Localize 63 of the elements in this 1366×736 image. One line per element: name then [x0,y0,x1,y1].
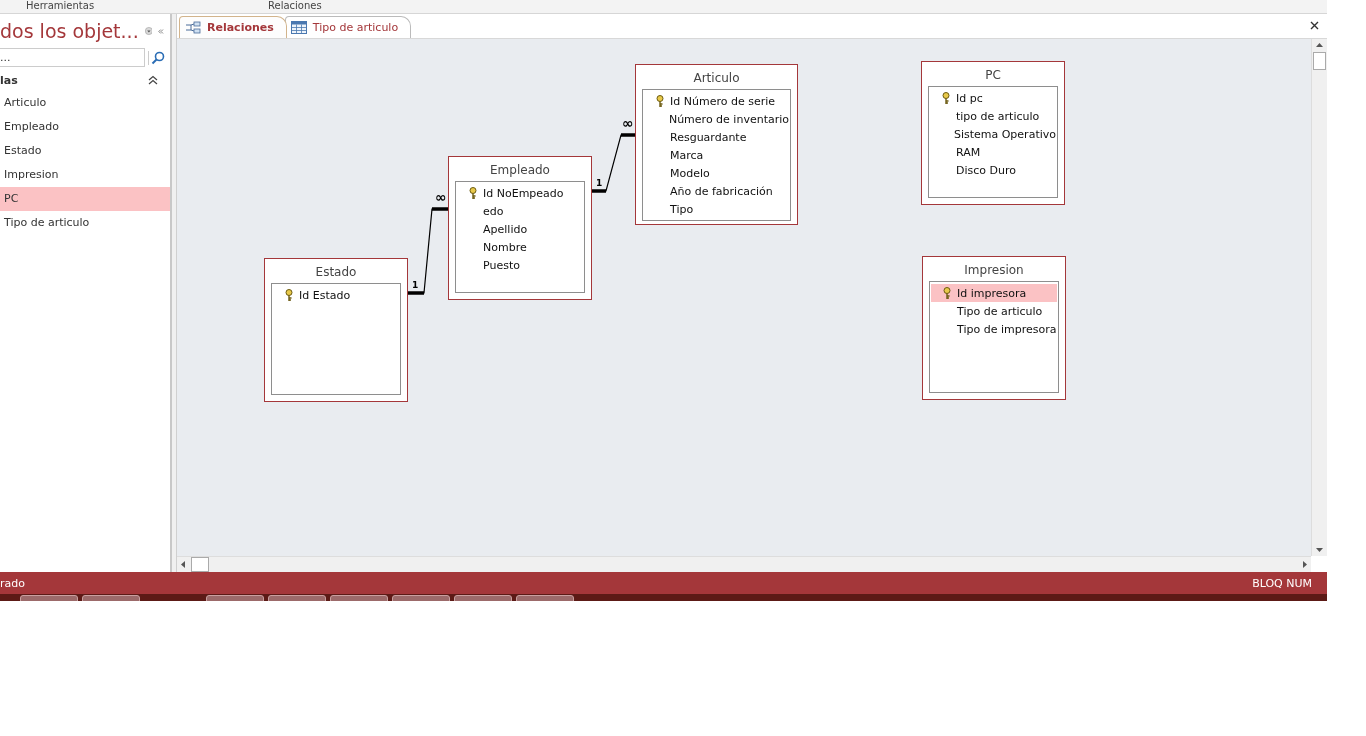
navigation-item[interactable]: Impresion [0,163,170,187]
field-row[interactable]: Puesto [457,256,583,274]
field-row[interactable]: Apellido [457,220,583,238]
field-row[interactable]: RAM [930,143,1056,161]
table-title: Impresion [963,262,1025,279]
close-icon[interactable] [1310,21,1319,30]
table-card[interactable]: Empleado Id NoEmpeado edo Apellido Nombre Puesto [448,156,592,300]
search-field[interactable]: ... [0,48,145,67]
table-title: Articulo [692,70,741,87]
table-icon [290,21,307,34]
document-tab[interactable]: Tipo de articulo [284,16,412,38]
field-row[interactable]: Año de fabricación [644,182,789,200]
field-row[interactable]: edo [457,202,583,220]
field-row[interactable]: Tipo de articulo [931,302,1057,320]
navigation-item[interactable]: Estado [0,139,170,163]
document-tab[interactable]: Relaciones [179,16,287,38]
search-icon[interactable] [148,50,165,65]
dropdown-icon[interactable] [144,24,153,38]
field-row[interactable]: Id NoEmpeado [457,184,583,202]
table-title: Empleado [489,162,551,179]
cardinality-label: 1 [412,280,419,291]
table-card[interactable]: Articulo Id Número de serie Número de inventario Resguardante Marca Modelo Año de fabricación Tipo [635,64,798,225]
field-row[interactable]: tipo de articulo [930,107,1056,125]
ribbon-tab[interactable]: Herramientas [26,0,95,12]
collapse-icon[interactable] [158,26,164,36]
navigation-pane-title[interactable]: dos los objet... [0,20,139,42]
navigation-item[interactable]: Empleado [0,115,170,139]
navigation-item[interactable]: Tipo de articulo [0,211,170,235]
field-row[interactable]: Número de inventario [644,110,789,128]
ribbon-tab[interactable]: Relaciones [268,0,322,12]
table-card[interactable]: PC Id pc tipo de articulo Sistema Operativo RAM Disco Duro [921,61,1065,205]
field-row[interactable]: Marca [644,146,789,164]
table-title: Estado [314,264,358,281]
relationship-line[interactable] [591,133,636,193]
table-card[interactable]: Estado Id Estado [264,258,408,402]
navigation-item[interactable]: Articulo [0,91,170,115]
field-row[interactable]: Modelo [644,164,789,182]
field-row[interactable]: Disco Duro [930,161,1056,179]
field-row[interactable]: Id impresora [931,284,1057,302]
horizontal-scrollbar[interactable] [177,556,1311,572]
relationship-line[interactable] [407,207,449,295]
field-row[interactable]: Tipo de impresora [931,320,1057,338]
field-row[interactable]: Nombre [457,238,583,256]
vertical-scrollbar[interactable] [1311,39,1327,556]
field-row[interactable]: Id Estado [273,286,399,304]
navigation-item[interactable]: PC [0,187,170,211]
chevron-icon[interactable] [148,75,158,85]
field-row[interactable]: Sistema Operativo [930,125,1056,143]
table-title: PC [984,67,1002,84]
cardinality-label: 1 [596,178,603,189]
status-indicator: BLOQ NUM [1252,576,1312,590]
cardinality-label: ∞ [435,192,447,203]
field-row[interactable]: Tipo [644,200,789,218]
relationships-icon [185,20,201,35]
table-card[interactable]: Impresion Id impresora Tipo de articulo Tipo de impresora [922,256,1066,400]
status-text: rado [0,576,25,590]
field-row[interactable]: Resguardante [644,128,789,146]
group-header[interactable]: las [0,73,18,87]
scroll-thumb[interactable] [191,557,209,572]
field-row[interactable]: Id Número de serie [644,92,789,110]
cardinality-label: ∞ [622,118,634,129]
field-row[interactable]: Id pc [930,89,1056,107]
scroll-thumb[interactable] [1313,52,1326,70]
